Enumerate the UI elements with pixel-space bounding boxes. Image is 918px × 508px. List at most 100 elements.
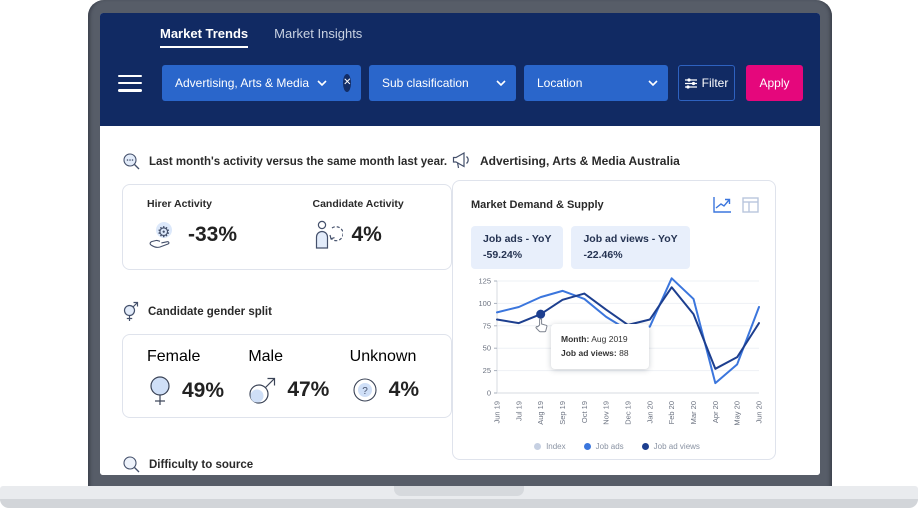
- hirer-activity-label: Hirer Activity: [147, 198, 286, 210]
- gender-card: Female 49% Male: [122, 334, 452, 418]
- hamburger-icon[interactable]: [118, 75, 142, 92]
- svg-text:May 20: May 20: [733, 401, 742, 426]
- apply-button[interactable]: Apply: [746, 65, 803, 101]
- market-card: Market Demand & Supply: [452, 180, 776, 460]
- activity-card: Hirer Activity ⚙ -33% Candida: [122, 184, 452, 270]
- svg-text:Jun 20: Jun 20: [755, 401, 764, 424]
- legend-item-job-ads[interactable]: Job ads: [584, 442, 624, 451]
- location-placeholder: Location: [537, 76, 640, 90]
- svg-text:Dec 19: Dec 19: [624, 401, 633, 425]
- tooltip-views-label: Job ad views:: [561, 348, 617, 358]
- tab-market-trends[interactable]: Market Trends: [160, 26, 248, 48]
- market-chart[interactable]: 0255075100125Jun 19Jul 19Aug 19Sep 19Oct…: [471, 275, 763, 451]
- female-icon: [147, 375, 173, 407]
- chart-tooltip: Month: Aug 2019 Job ad views: 88: [551, 324, 649, 369]
- filter-button[interactable]: Filter: [678, 65, 735, 101]
- legend-label: Index: [546, 442, 566, 451]
- svg-text:Jan 20: Jan 20: [645, 401, 654, 424]
- job-ads-yoy-label: Job ads - YoY: [483, 233, 551, 245]
- magnifier-dots-icon: [122, 152, 141, 171]
- male-label: Male: [248, 348, 349, 366]
- activity-section-heading: Last month's activity versus the same mo…: [122, 152, 452, 171]
- legend-dot: [642, 443, 649, 450]
- chevron-down-icon: [496, 80, 506, 86]
- svg-text:125: 125: [478, 277, 491, 286]
- male-stat: Male 47%: [248, 348, 349, 417]
- page-body: Last month's activity versus the same mo…: [100, 126, 820, 475]
- tab-market-insights[interactable]: Market Insights: [274, 26, 362, 46]
- svg-text:Mar 20: Mar 20: [689, 401, 698, 424]
- magnifier-icon: [122, 455, 141, 474]
- svg-text:Apr 20: Apr 20: [711, 401, 720, 423]
- market-panel-title: Advertising, Arts & Media Australia: [480, 154, 680, 168]
- legend-dot: [584, 443, 591, 450]
- gender-icon: [122, 301, 140, 322]
- market-panel-heading: Advertising, Arts & Media Australia: [452, 152, 798, 170]
- legend-dot: [534, 443, 541, 450]
- app-window: Market Trends Market Insights Advertisin…: [100, 13, 820, 475]
- svg-text:Sep 19: Sep 19: [558, 401, 567, 425]
- sub-classification-placeholder: Sub clasification: [382, 76, 488, 90]
- svg-text:Oct 19: Oct 19: [580, 401, 589, 423]
- classification-dropdown[interactable]: Advertising, Arts & Media ✕: [162, 65, 361, 101]
- megaphone-icon: [452, 152, 472, 170]
- hand-gear-icon: ⚙: [147, 219, 179, 251]
- svg-text:25: 25: [483, 366, 491, 375]
- activity-section-title: Last month's activity versus the same mo…: [149, 156, 447, 168]
- table-icon[interactable]: [742, 197, 759, 213]
- svg-text:75: 75: [483, 321, 491, 330]
- person-refresh-icon: [313, 219, 343, 251]
- svg-text:100: 100: [478, 299, 491, 308]
- gender-section-heading: Candidate gender split: [122, 301, 452, 322]
- x-circle-icon[interactable]: ✕: [343, 74, 351, 92]
- candidate-activity-label: Candidate Activity: [313, 198, 452, 210]
- laptop-notch: [394, 486, 524, 496]
- job-ads-yoy-chip: Job ads - YoY -59.24%: [471, 226, 563, 269]
- unknown-value: 4%: [389, 378, 419, 402]
- gender-section-title: Candidate gender split: [148, 306, 272, 318]
- female-stat: Female 49%: [147, 348, 248, 417]
- right-column: Advertising, Arts & Media Australia Mark…: [452, 126, 820, 475]
- question-icon: ?: [350, 375, 380, 405]
- candidate-activity-stat: Candidate Activity 4%: [313, 198, 452, 269]
- chart-legend[interactable]: Index Job ads Job ad views: [471, 442, 763, 451]
- difficulty-section-heading: Difficulty to source: [122, 455, 452, 474]
- svg-text:Aug 19: Aug 19: [536, 401, 545, 425]
- sub-classification-dropdown[interactable]: Sub clasification: [369, 65, 516, 101]
- tooltip-month-value: Aug 2019: [591, 334, 627, 344]
- sliders-icon: [685, 78, 697, 89]
- classification-value: Advertising, Arts & Media: [175, 76, 309, 90]
- svg-text:Jun 19: Jun 19: [493, 401, 502, 424]
- yoy-chips: Job ads - YoY -59.24% Job ad views - YoY…: [471, 226, 759, 269]
- hirer-activity-stat: Hirer Activity ⚙ -33%: [147, 198, 286, 269]
- laptop-mockup: Market Trends Market Insights Advertisin…: [0, 0, 918, 508]
- job-ad-views-yoy-value: -22.46%: [583, 249, 677, 261]
- hirer-activity-value: -33%: [188, 223, 237, 247]
- svg-text:⚙: ⚙: [157, 224, 170, 241]
- filter-button-label: Filter: [702, 76, 729, 90]
- unknown-stat: Unknown ? 4%: [350, 348, 451, 417]
- candidate-activity-value: 4%: [352, 223, 382, 247]
- legend-item-index[interactable]: Index: [534, 442, 566, 451]
- svg-text:0: 0: [487, 389, 491, 398]
- app-header: Market Trends Market Insights Advertisin…: [100, 13, 820, 126]
- male-value: 47%: [287, 378, 329, 402]
- chevron-down-icon: [317, 80, 327, 86]
- unknown-label: Unknown: [350, 348, 451, 366]
- female-value: 49%: [182, 379, 224, 403]
- filter-bar: Advertising, Arts & Media ✕ Sub clasific…: [100, 65, 820, 101]
- job-ads-yoy-value: -59.24%: [483, 249, 551, 261]
- female-label: Female: [147, 348, 248, 366]
- chevron-down-icon: [648, 80, 658, 86]
- svg-text:50: 50: [483, 344, 491, 353]
- line-chart-icon[interactable]: [713, 196, 732, 213]
- svg-text:Nov 19: Nov 19: [602, 401, 611, 425]
- svg-text:?: ?: [362, 386, 368, 397]
- market-card-title: Market Demand & Supply: [471, 199, 713, 211]
- legend-item-job-ad-views[interactable]: Job ad views: [642, 442, 700, 451]
- legend-label: Job ad views: [654, 442, 700, 451]
- job-ad-views-yoy-chip: Job ad views - YoY -22.46%: [571, 226, 689, 269]
- tooltip-month-label: Month:: [561, 334, 589, 344]
- location-dropdown[interactable]: Location: [524, 65, 668, 101]
- legend-label: Job ads: [596, 442, 624, 451]
